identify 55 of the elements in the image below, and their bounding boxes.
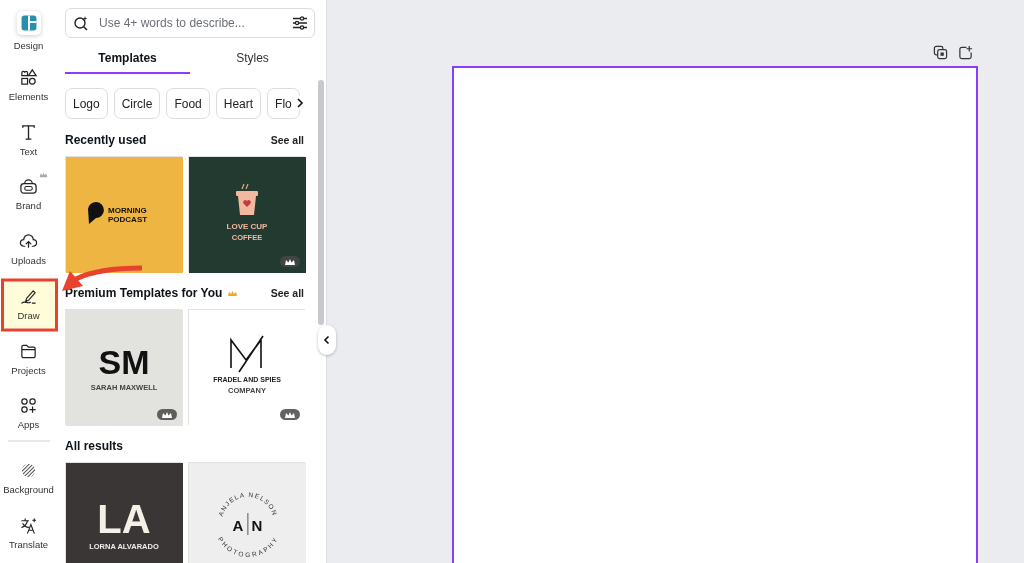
chevron-left-icon <box>323 335 331 345</box>
logo-text: MORNING <box>108 206 147 215</box>
briefcase-icon <box>19 177 38 197</box>
translate-icon <box>19 515 38 535</box>
search-field[interactable]: Use 4+ words to describe... <box>65 8 315 38</box>
filter-icon[interactable] <box>292 15 308 31</box>
sidebar-label: Text <box>19 145 38 157</box>
add-page-icon[interactable] <box>958 45 973 60</box>
logo-text: LA <box>97 497 151 541</box>
sidebar-item[interactable]: Design <box>1 6 56 55</box>
sidebar-item[interactable]: Translate <box>1 508 56 557</box>
sidebar-item[interactable]: Brand <box>1 170 56 219</box>
section-title: All results <box>65 439 124 453</box>
sidebar-item[interactable]: Text <box>1 115 56 165</box>
logo-text: LOVE CUP <box>226 222 268 231</box>
apps-icon <box>19 396 38 416</box>
sidebar-label: Background <box>3 483 54 495</box>
sidebar-label: Design <box>13 39 44 51</box>
magic-search-icon <box>73 15 89 31</box>
sidebar-item[interactable]: Background <box>1 453 56 503</box>
see-all-link[interactable]: See all <box>270 134 304 146</box>
logo-text: A <box>232 517 244 534</box>
keyword-chip[interactable]: Flo <box>267 88 300 119</box>
monogram-drawing <box>230 335 264 373</box>
coffee-cup-drawing <box>236 183 258 215</box>
sidebar-item[interactable]: Apps <box>1 388 56 438</box>
sidebar-label: Uploads <box>11 255 46 267</box>
logo-text: SM <box>98 343 150 381</box>
sidebar-label: Apps <box>17 419 40 431</box>
sidebar-label: Elements <box>8 91 49 103</box>
logo-text: N <box>251 517 263 534</box>
logo-text: PODCAST <box>108 215 148 224</box>
highlight-frame <box>1 278 58 332</box>
sidebar-label: Brand <box>15 200 42 212</box>
sidebar-label: Draw <box>17 309 40 321</box>
sidebar-item[interactable]: Elements <box>1 60 56 110</box>
keyword-chip[interactable]: Heart <box>215 88 262 119</box>
keyword-chip[interactable]: Logo <box>65 88 108 119</box>
panel-tab[interactable]: Styles <box>190 44 315 74</box>
sidebar-item[interactable]: Uploads <box>1 224 56 274</box>
shapes-icon <box>19 68 38 88</box>
keyword-chip[interactable]: Circle <box>113 88 161 119</box>
collapse-panel-button[interactable] <box>318 325 336 355</box>
text-icon <box>19 122 38 142</box>
template-card[interactable]: MORNING PODCAST <box>65 156 182 272</box>
keyword-chip[interactable]: Food <box>166 88 210 119</box>
sidebar-item[interactable]: Projects <box>1 334 56 383</box>
sidebar-label: Projects <box>11 364 46 376</box>
section-title: Premium Templates for You <box>65 286 223 300</box>
sidebar-label: Translate <box>8 538 49 550</box>
section-title: Recently used <box>65 133 147 147</box>
see-all-link[interactable]: See all <box>270 287 304 299</box>
microphone-logo-drawing <box>88 202 104 224</box>
panel-tab[interactable]: Templates <box>65 44 190 74</box>
duplicate-page-icon[interactable] <box>933 45 948 60</box>
